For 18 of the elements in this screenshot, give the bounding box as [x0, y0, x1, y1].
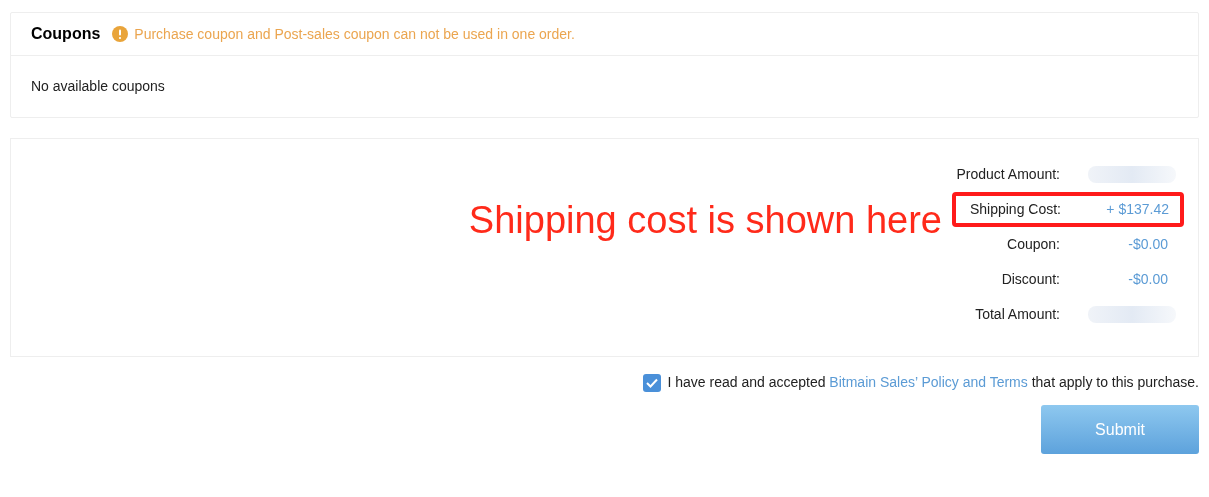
- summary-label: Coupon:: [1006, 235, 1060, 254]
- check-icon: [646, 377, 659, 388]
- summary-label: Product Amount:: [956, 165, 1060, 184]
- summary-label: Discount:: [1000, 270, 1060, 289]
- warning-text: Purchase coupon and Post-sales coupon can not be used in one order.: [134, 24, 575, 44]
- warning-icon: [112, 26, 129, 42]
- agreement-text: I have read and accepted Bitmain Sales’ Policy and Terms that apply to this purchase.: [667, 373, 1199, 392]
- section-title: Coupons: [31, 24, 101, 44]
- agreement-checkbox[interactable]: [643, 373, 662, 392]
- summary-label: Shipping Cost:: [968, 200, 1061, 219]
- empty-message: No available coupons: [31, 77, 165, 96]
- policy-link[interactable]: Bitmain Sales’ Policy and Terms: [829, 374, 1028, 390]
- submit-button[interactable]: Submit: [1041, 405, 1199, 454]
- summary-label: Total Amount:: [974, 305, 1060, 324]
- summary-value: -$0.00: [1127, 235, 1168, 254]
- summary-value: + $137.42: [1105, 200, 1169, 219]
- summary-value: -$0.00: [1127, 270, 1168, 289]
- annotation-text: Shipping cost is shown here: [468, 201, 942, 239]
